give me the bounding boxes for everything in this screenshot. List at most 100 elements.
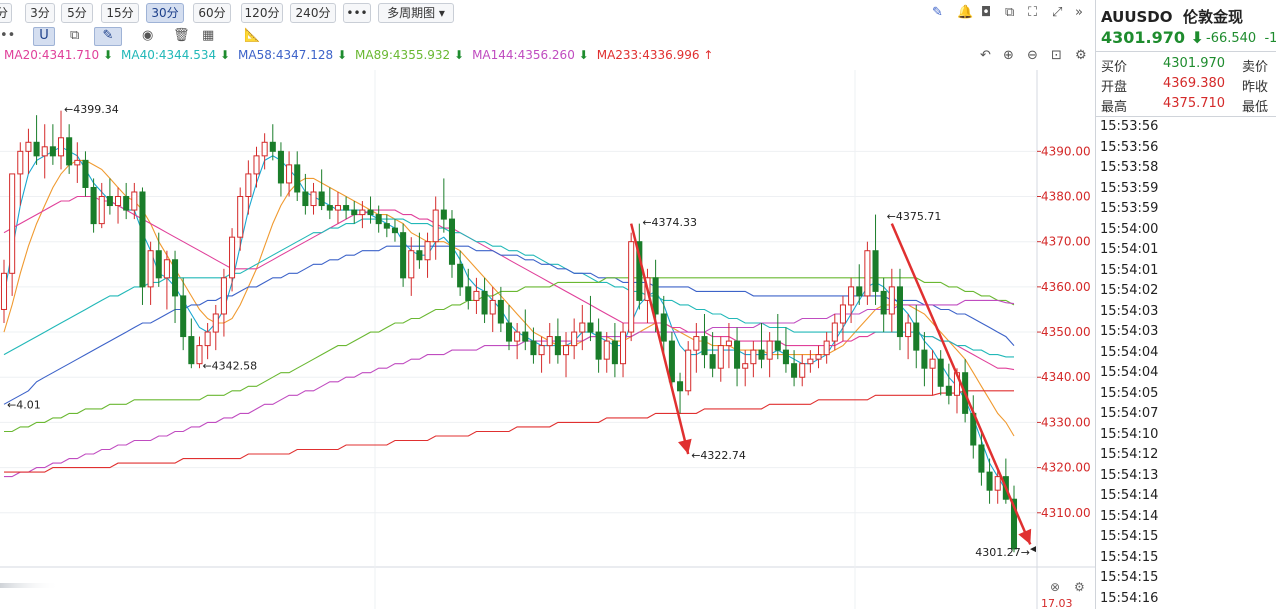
camera-icon[interactable]: ◘ xyxy=(981,5,991,21)
ma-legend-item: MA20:4341.710 ⬇ xyxy=(4,48,114,62)
timeframe-2[interactable]: 5分 xyxy=(61,3,93,23)
zoom-in-icon[interactable]: ⊕ xyxy=(1003,48,1014,64)
candle-body xyxy=(611,340,618,365)
candle-body xyxy=(318,191,325,207)
candle-body xyxy=(896,286,903,338)
candle-body xyxy=(514,331,521,342)
draw-icon[interactable]: ✎ xyxy=(932,5,943,21)
fullscreen-icon[interactable]: ⛶ xyxy=(1028,5,1037,21)
candle-body xyxy=(628,241,635,333)
candle-body xyxy=(799,363,806,378)
tick-time: 15:54:04 xyxy=(1100,365,1159,380)
candle-body xyxy=(123,196,130,211)
timeframe-7[interactable]: 240分 xyxy=(290,3,336,23)
close-panel-icon: ⊗ xyxy=(1050,580,1060,594)
last-price-value: 4301.970 xyxy=(1101,28,1186,47)
bell-icon[interactable]: 🔔 xyxy=(957,5,973,21)
fit-icon[interactable]: ⊡ xyxy=(1051,48,1062,64)
price-annotation: ←4.01 xyxy=(7,398,41,411)
timeframe-0[interactable]: 分 xyxy=(0,3,12,23)
timeframe-3[interactable]: 15分 xyxy=(101,3,139,23)
timeframe-4[interactable]: 30分 xyxy=(146,3,184,23)
settings-icon[interactable]: ⚙ xyxy=(1075,48,1087,64)
divider xyxy=(1096,51,1276,52)
more-timeframes-button[interactable]: ••• xyxy=(343,3,371,23)
candle-body xyxy=(440,209,447,220)
tick-time: 15:53:58 xyxy=(1100,160,1159,175)
candle-body xyxy=(888,286,895,315)
trash-icon[interactable]: 🗑 xyxy=(173,28,190,44)
candle-body xyxy=(905,322,912,338)
price-chart[interactable]: 4390.00 4380.00 4370.00 4360.00 4350.00 4340.… xyxy=(0,70,1095,609)
price-change: -66.540 -1 xyxy=(1206,31,1276,46)
candle-body xyxy=(880,290,887,315)
candle-body xyxy=(725,340,732,347)
candle-body xyxy=(774,340,781,351)
chevrons-right-icon[interactable]: » xyxy=(1075,5,1083,21)
candle-body xyxy=(522,331,529,342)
y-tick-label: 4330.00 xyxy=(1041,415,1091,429)
copy-icon[interactable]: ⧉ xyxy=(70,28,79,44)
candle-body xyxy=(302,191,309,207)
candle-body xyxy=(163,259,170,279)
candle-body xyxy=(334,205,341,211)
candle-body xyxy=(652,277,659,315)
candle-body xyxy=(994,476,1001,491)
ma-trend-arrow-icon: ⬇ xyxy=(578,48,589,62)
candle-body xyxy=(351,209,358,216)
quote-row: 最高 4375.710 最低 xyxy=(1101,96,1268,115)
multi-period-dropdown[interactable]: 多周期图 ▾ xyxy=(378,3,454,23)
candle-body xyxy=(872,250,879,292)
candle-body xyxy=(848,286,855,306)
candle-body xyxy=(505,322,513,342)
quote-label: 最低 xyxy=(1242,100,1269,115)
candle-body xyxy=(343,205,350,211)
y-tick-label: 4340.00 xyxy=(1041,370,1091,384)
candle-body xyxy=(286,164,293,184)
candle-body xyxy=(57,137,65,157)
zoom-out-icon[interactable]: ⊖ xyxy=(1027,48,1038,64)
layout-icon[interactable]: ▦ xyxy=(202,28,214,44)
ma-legend: MA20:4341.710 ⬇ MA40:4344.534 ⬇ MA58:4347.… xyxy=(4,48,721,64)
candle-body xyxy=(139,191,146,288)
ruler-icon[interactable]: 📐 xyxy=(244,28,260,44)
candle-body xyxy=(717,345,724,369)
candle-body xyxy=(41,146,48,157)
y-tick-label: 4360.00 xyxy=(1041,280,1091,294)
candle-body xyxy=(155,250,162,279)
price-change-percent: -1 xyxy=(1264,31,1276,46)
candle-body xyxy=(766,340,773,360)
more-dots[interactable]: •• xyxy=(0,28,15,44)
eye-icon[interactable]: ◉ xyxy=(142,28,153,44)
y-tick-label: 4310.00 xyxy=(1041,506,1091,520)
trend-arrow-line xyxy=(890,223,1032,545)
undo-icon[interactable]: ↶ xyxy=(980,48,991,64)
magnet-icon[interactable]: U xyxy=(33,27,55,46)
candle-body xyxy=(277,150,284,184)
timeframe-1[interactable]: 3分 xyxy=(25,3,55,23)
window-icon[interactable]: ⧉ xyxy=(1005,5,1014,21)
candle-body xyxy=(603,340,610,360)
timeframe-5[interactable]: 60分 xyxy=(193,3,231,23)
candle-body xyxy=(791,363,798,378)
candle-body xyxy=(562,345,570,356)
candle-body xyxy=(465,286,472,301)
ma-legend-item: MA58:4347.128 ⬇ xyxy=(238,48,348,62)
tick-time: 15:54:15 xyxy=(1100,570,1159,585)
tick-time: 15:54:15 xyxy=(1100,529,1159,544)
ma-line-ma10 xyxy=(3,159,1015,437)
tick-time: 15:54:10 xyxy=(1100,426,1159,442)
timeframe-6[interactable]: 120分 xyxy=(241,3,283,23)
last-price: 4301.970 ⬇ xyxy=(1101,28,1204,47)
candle-body xyxy=(408,250,415,279)
candle-body xyxy=(701,336,708,356)
quote-value: 4301.970 xyxy=(1163,56,1226,71)
pen-icon[interactable]: ✎ xyxy=(94,27,122,46)
candle-body xyxy=(172,259,179,297)
ma-trend-arrow-icon: ⬇ xyxy=(336,48,348,62)
ma-trend-arrow-icon: ⬇ xyxy=(454,48,465,62)
candle-body xyxy=(587,322,594,333)
expand-icon[interactable]: ⤢ xyxy=(1052,5,1062,21)
y-tick-label: 4350.00 xyxy=(1041,325,1091,339)
arrow-head-icon xyxy=(678,438,692,455)
